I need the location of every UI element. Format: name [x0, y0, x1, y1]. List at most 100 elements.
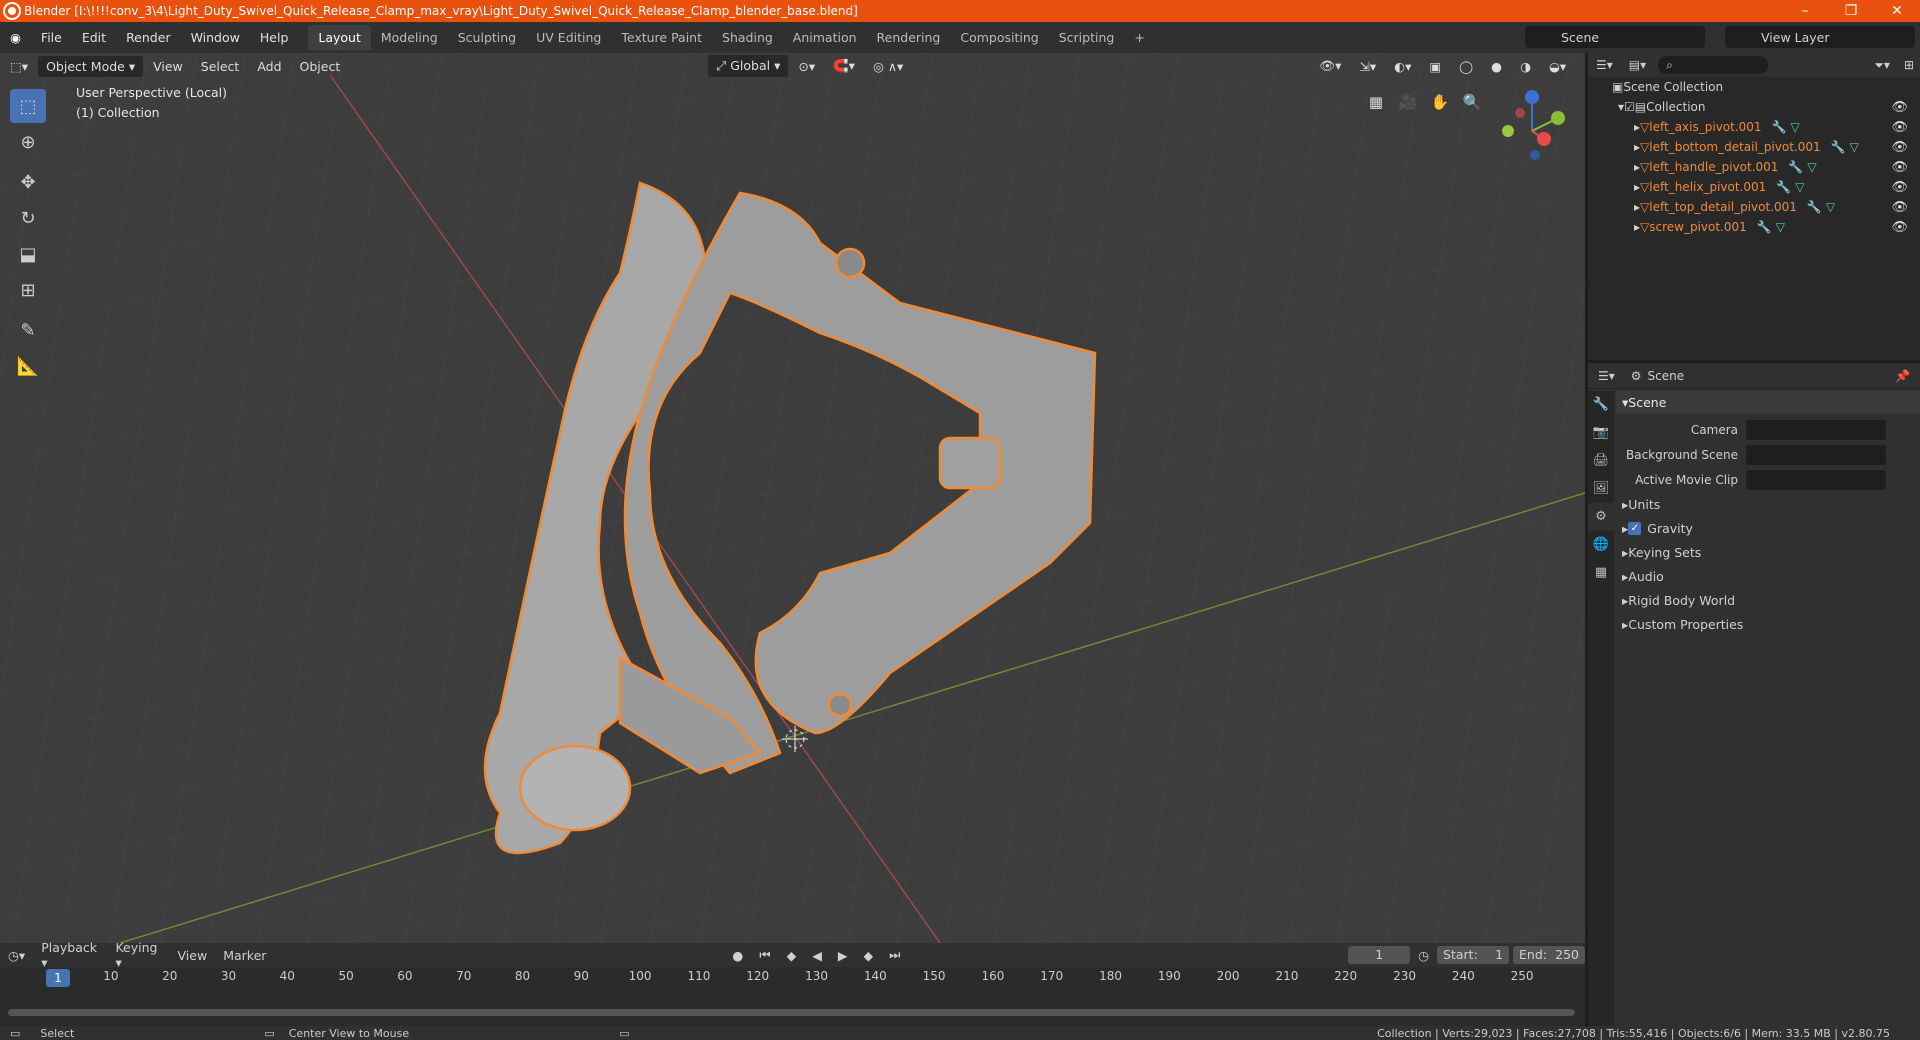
- outliner-object-row[interactable]: ▸ ▽ left_handle_pivot.001 🔧 ▽ 👁: [1588, 157, 1920, 177]
- subpanel-audio[interactable]: ▸ Audio: [1616, 564, 1920, 588]
- menu-edit[interactable]: Edit: [72, 30, 116, 45]
- editor-type-icon[interactable]: ⬚▾: [2, 56, 36, 77]
- tab-shading[interactable]: Shading: [712, 25, 783, 50]
- gravity-checkbox[interactable]: ✓: [1628, 521, 1642, 535]
- grid-toggle-icon[interactable]: ▦: [1363, 89, 1389, 115]
- scene-selector[interactable]: Scene: [1525, 26, 1705, 48]
- menu-select[interactable]: Select: [193, 56, 248, 77]
- camera-view-icon[interactable]: 🎥: [1395, 89, 1421, 115]
- transform-orientation-dropdown[interactable]: ⤢ Global ▾: [708, 55, 789, 77]
- eye-icon[interactable]: 👁: [1891, 200, 1908, 215]
- zoom-icon[interactable]: 🔍: [1459, 89, 1485, 115]
- world-tab-icon[interactable]: 🌐: [1588, 531, 1614, 559]
- menu-file[interactable]: File: [31, 30, 72, 45]
- tab-modeling[interactable]: Modeling: [371, 25, 448, 50]
- shading-material-icon[interactable]: ◑: [1512, 56, 1539, 77]
- texture-tab-icon[interactable]: ▦: [1588, 559, 1614, 587]
- menu-playback[interactable]: Playback ▾: [33, 940, 107, 970]
- view-layer-tab-icon[interactable]: 🖼: [1588, 475, 1614, 503]
- jump-start-icon[interactable]: ⏮: [751, 947, 778, 963]
- display-mode-icon[interactable]: ▤▾: [1621, 58, 1654, 72]
- subpanel-rigid-body-world[interactable]: ▸ Rigid Body World: [1616, 588, 1920, 612]
- end-frame-field[interactable]: End: 250: [1513, 946, 1586, 964]
- eye-icon[interactable]: 👁: [1891, 180, 1908, 195]
- pivot-icon[interactable]: ⊙▾: [790, 56, 823, 77]
- subpanel-gravity[interactable]: ▸ ✓ Gravity: [1616, 516, 1920, 540]
- tab-texture-paint[interactable]: Texture Paint: [611, 25, 712, 50]
- pin-icon[interactable]: 📌: [1885, 369, 1920, 383]
- outliner-object-row[interactable]: ▸ ▽ left_axis_pivot.001 🔧 ▽ 👁: [1588, 117, 1920, 137]
- tool-tab-icon[interactable]: 🔧: [1588, 391, 1614, 419]
- subpanel-keying-sets[interactable]: ▸ Keying Sets: [1616, 540, 1920, 564]
- play-reverse-icon[interactable]: ◀: [804, 948, 830, 963]
- shading-solid-icon[interactable]: ●: [1483, 56, 1510, 77]
- record-icon[interactable]: ●: [724, 948, 751, 963]
- minimize-icon[interactable]: –: [1782, 0, 1828, 22]
- properties-editor-icon[interactable]: ☰▾: [1588, 369, 1625, 383]
- tab-rendering[interactable]: Rendering: [867, 25, 951, 50]
- menu-marker[interactable]: Marker: [215, 948, 274, 963]
- eye-icon[interactable]: 👁: [1891, 160, 1908, 175]
- tab-scripting[interactable]: Scripting: [1049, 25, 1125, 50]
- outliner-editor-icon[interactable]: ☰▾: [1588, 58, 1621, 72]
- measure-icon[interactable]: 📐: [10, 349, 46, 383]
- gizmo-icon[interactable]: ⇲▾: [1351, 56, 1384, 77]
- frame-ruler[interactable]: 10 20 30 40 50 60 70 80 90 100 110 120 130 140 150 160 1…: [0, 969, 1585, 987]
- 3d-viewport[interactable]: ⬚▾ Object Mode ▾ View Select Add Object …: [0, 53, 1585, 943]
- play-icon[interactable]: ▶: [830, 948, 856, 963]
- tab-layout[interactable]: Layout: [308, 25, 371, 50]
- movie-clip-field[interactable]: [1746, 469, 1886, 490]
- shading-wireframe-icon[interactable]: ◯: [1451, 56, 1481, 77]
- outliner-collection[interactable]: ▾ ☑ ▤ Collection 👁: [1588, 97, 1920, 117]
- current-frame-field[interactable]: 1: [1348, 946, 1411, 964]
- output-tab-icon[interactable]: 🖨: [1588, 447, 1614, 475]
- xray-icon[interactable]: ▣: [1421, 56, 1449, 77]
- checkbox-icon[interactable]: ☑: [1624, 100, 1635, 114]
- close-icon[interactable]: ✕: [1874, 0, 1920, 22]
- new-collection-icon[interactable]: ⊞: [1898, 58, 1920, 72]
- snap-icon[interactable]: 🧲▾: [825, 55, 863, 77]
- cursor-icon[interactable]: ⊕: [10, 125, 46, 159]
- blender-menu-icon[interactable]: ◉: [0, 30, 31, 45]
- tab-uv-editing[interactable]: UV Editing: [526, 25, 611, 50]
- select-box-icon[interactable]: ⬚: [10, 89, 46, 123]
- subpanel-custom-properties[interactable]: ▸ Custom Properties: [1616, 612, 1920, 636]
- eye-icon[interactable]: 👁: [1891, 140, 1908, 155]
- filter-icon[interactable]: ⏷▾: [1866, 58, 1898, 73]
- proportional-edit-icon[interactable]: ◎ ∧▾: [865, 56, 911, 77]
- current-frame-indicator[interactable]: 1: [46, 969, 70, 987]
- eye-icon[interactable]: 👁: [1891, 100, 1908, 115]
- add-workspace-icon[interactable]: +: [1124, 25, 1154, 50]
- menu-help[interactable]: Help: [250, 30, 299, 45]
- timeline-editor-icon[interactable]: ◷▾: [0, 948, 33, 963]
- shading-rendered-icon[interactable]: ◒▾: [1541, 56, 1574, 77]
- next-keyframe-icon[interactable]: ◆: [855, 948, 881, 963]
- menu-keying[interactable]: Keying ▾: [107, 940, 169, 970]
- menu-render[interactable]: Render: [116, 30, 181, 45]
- start-frame-field[interactable]: Start: 1: [1437, 946, 1510, 964]
- menu-timeline-view[interactable]: View: [170, 948, 216, 963]
- menu-object[interactable]: Object: [292, 56, 349, 77]
- subpanel-units[interactable]: ▸ Units: [1616, 492, 1920, 516]
- pan-hand-icon[interactable]: ✋: [1427, 89, 1453, 115]
- clock-icon[interactable]: ◷: [1410, 948, 1437, 963]
- overlay-icon[interactable]: ◐▾: [1386, 56, 1419, 77]
- camera-field[interactable]: [1746, 419, 1886, 440]
- tab-sculpting[interactable]: Sculpting: [448, 25, 526, 50]
- tab-animation[interactable]: Animation: [783, 25, 867, 50]
- eye-icon[interactable]: 👁: [1891, 120, 1908, 135]
- outliner-object-row[interactable]: ▸ ▽ left_top_detail_pivot.001 🔧 ▽ 👁: [1588, 197, 1920, 217]
- scale-icon[interactable]: ⬓: [10, 237, 46, 271]
- menu-add[interactable]: Add: [249, 56, 289, 77]
- scene-tab-icon[interactable]: ⚙: [1588, 503, 1614, 531]
- outliner-scene-collection[interactable]: ▣ Scene Collection: [1588, 77, 1920, 97]
- outliner-object-row[interactable]: ▸ ▽ left_bottom_detail_pivot.001 🔧 ▽ 👁: [1588, 137, 1920, 157]
- view-layer-selector[interactable]: View Layer: [1725, 26, 1915, 48]
- rotate-icon[interactable]: ↻: [10, 201, 46, 235]
- maximize-icon[interactable]: ❐: [1828, 0, 1874, 22]
- render-tab-icon[interactable]: 📷: [1588, 419, 1614, 447]
- move-icon[interactable]: ✥: [10, 165, 46, 199]
- transform-icon[interactable]: ⊞: [10, 273, 46, 307]
- menu-view[interactable]: View: [145, 56, 191, 77]
- prev-keyframe-icon[interactable]: ◆: [779, 948, 805, 963]
